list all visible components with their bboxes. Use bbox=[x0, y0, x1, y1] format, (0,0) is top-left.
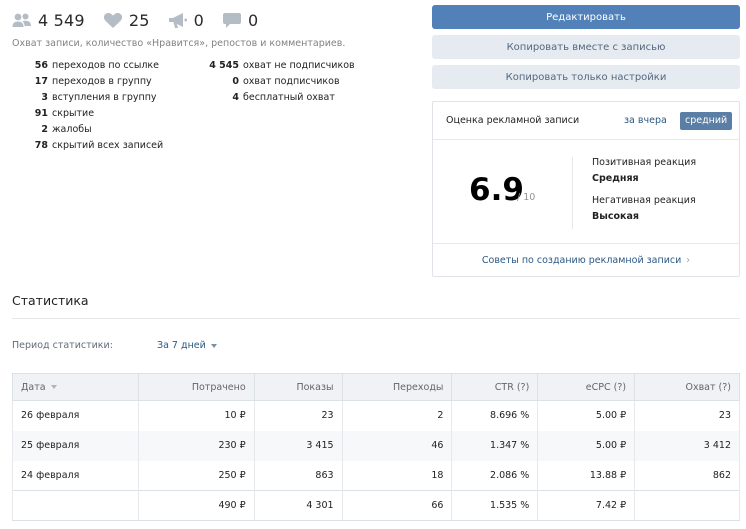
reposts-counter[interactable]: 0 bbox=[168, 11, 204, 30]
cell-ecpc: 5.00 ₽ bbox=[537, 430, 636, 461]
comments-counter[interactable]: 0 bbox=[222, 11, 258, 30]
total-date bbox=[12, 490, 139, 521]
period-label: Период статистики: bbox=[12, 340, 113, 351]
comments-count: 0 bbox=[247, 10, 259, 30]
metric-hides: 91 скрытие bbox=[34, 108, 95, 119]
period-value: За 7 дней bbox=[157, 340, 206, 351]
counters-description: Охват записи, количество «Нравится», реп… bbox=[12, 38, 346, 49]
cell-ecpc: 5.00 ₽ bbox=[537, 400, 636, 431]
period-dropdown[interactable]: За 7 дней bbox=[157, 340, 217, 351]
heart-icon bbox=[103, 12, 122, 28]
cell-impressions: 3 415 bbox=[253, 430, 343, 461]
metric-non-subscriber-reach: 4 545 охват не подписчиков bbox=[209, 60, 355, 71]
ad-rating-title: Оценка рекламной записи bbox=[446, 115, 580, 126]
edit-button[interactable]: Редактировать bbox=[432, 5, 740, 29]
section-divider bbox=[12, 318, 740, 319]
metric-hide-all: 78 скрытий всех записей bbox=[34, 140, 164, 151]
column-impressions[interactable]: Показы bbox=[253, 373, 343, 401]
cell-clicks: 46 bbox=[341, 430, 453, 461]
positive-reaction-label: Позитивная реакция bbox=[592, 157, 697, 168]
cell-date: 26 февраля bbox=[12, 400, 139, 431]
reach-count: 4 549 bbox=[38, 10, 85, 30]
column-reach[interactable]: Охват (?) bbox=[634, 373, 740, 401]
likes-counter[interactable]: 25 bbox=[103, 11, 150, 30]
cell-clicks: 2 bbox=[341, 400, 453, 431]
cell-ctr: 1.347 % bbox=[451, 430, 539, 461]
cell-date: 24 февраля bbox=[12, 460, 139, 491]
table-header: Дата Потрачено Показы Переходы CTR (?) e… bbox=[12, 373, 740, 401]
metric-group-clicks: 17 переходов в группу bbox=[34, 76, 152, 87]
rating-score-max: / 10 bbox=[517, 192, 536, 203]
column-ctr[interactable]: CTR (?) bbox=[451, 373, 539, 401]
total-clicks: 66 bbox=[341, 490, 453, 521]
post-counters: 4 549 25 0 0 bbox=[12, 9, 276, 31]
metric-complaints: 2 жалобы bbox=[41, 124, 92, 135]
total-impressions: 4 301 bbox=[253, 490, 343, 521]
ad-tips-link[interactable]: Советы по созданию рекламной записи › bbox=[433, 243, 739, 277]
cell-ctr: 8.696 % bbox=[451, 400, 539, 431]
ad-rating-card: Оценка рекламной записи за вчера средний… bbox=[432, 101, 740, 277]
users-icon bbox=[12, 13, 31, 27]
megaphone-icon bbox=[168, 12, 187, 28]
copy-with-post-button[interactable]: Копировать вместе с записью bbox=[432, 35, 740, 59]
cell-spent: 250 ₽ bbox=[137, 460, 255, 491]
reach-counter[interactable]: 4 549 bbox=[12, 11, 85, 30]
cell-spent: 230 ₽ bbox=[137, 430, 255, 461]
likes-count: 25 bbox=[128, 10, 150, 30]
cell-reach: 23 bbox=[634, 400, 740, 431]
negative-reaction-label: Негативная реакция bbox=[592, 195, 696, 206]
table-row: 24 февраля 250 ₽ 863 18 2.086 % 13.88 ₽ … bbox=[12, 460, 740, 491]
metric-subscriber-reach: 0 охват подписчиков bbox=[232, 76, 340, 87]
cell-reach: 3 412 bbox=[634, 430, 740, 461]
comment-icon bbox=[222, 12, 241, 28]
sort-icon bbox=[50, 385, 57, 389]
column-spent[interactable]: Потрачено bbox=[137, 373, 255, 401]
total-ecpc: 7.42 ₽ bbox=[537, 490, 636, 521]
cell-ecpc: 13.88 ₽ bbox=[537, 460, 636, 491]
cell-impressions: 863 bbox=[253, 460, 343, 491]
table-total-row: 490 ₽ 4 301 66 1.535 % 7.42 ₽ bbox=[12, 490, 740, 521]
cell-ctr: 2.086 % bbox=[451, 460, 539, 491]
cell-clicks: 18 bbox=[341, 460, 453, 491]
copy-settings-button[interactable]: Копировать только настройки bbox=[432, 65, 740, 89]
tab-average[interactable]: средний bbox=[680, 112, 733, 130]
column-date[interactable]: Дата bbox=[12, 373, 139, 401]
cell-impressions: 23 bbox=[253, 400, 343, 431]
cell-reach: 862 bbox=[634, 460, 740, 491]
negative-reaction-value: Высокая bbox=[592, 211, 639, 222]
cell-date: 25 февраля bbox=[12, 430, 139, 461]
total-spent: 490 ₽ bbox=[137, 490, 255, 521]
metric-link-clicks: 56 переходов по ссылке bbox=[34, 60, 160, 71]
cell-spent: 10 ₽ bbox=[137, 400, 255, 431]
reposts-count: 0 bbox=[193, 10, 204, 30]
rating-divider bbox=[572, 157, 573, 229]
metric-group-joins: 3 вступления в группу bbox=[41, 92, 157, 103]
table-row: 25 февраля 230 ₽ 3 415 46 1.347 % 5.00 ₽… bbox=[12, 430, 740, 461]
chevron-down-icon bbox=[210, 343, 217, 348]
statistics-table: Дата Потрачено Показы Переходы CTR (?) e… bbox=[12, 373, 740, 521]
statistics-title: Статистика bbox=[12, 293, 89, 308]
chevron-right-icon: › bbox=[686, 255, 691, 266]
tab-yesterday[interactable]: за вчера bbox=[624, 115, 667, 126]
ad-rating-header: Оценка рекламной записи за вчера средний bbox=[433, 102, 739, 140]
positive-reaction-value: Средняя bbox=[592, 173, 639, 184]
table-row: 26 февраля 10 ₽ 23 2 8.696 % 5.00 ₽ 23 bbox=[12, 400, 740, 431]
rating-score: 6.9 bbox=[469, 172, 524, 208]
column-ecpc[interactable]: eCPC (?) bbox=[537, 373, 636, 401]
column-clicks[interactable]: Переходы bbox=[341, 373, 453, 401]
total-reach bbox=[634, 490, 740, 521]
ad-tips-label: Советы по созданию рекламной записи bbox=[481, 255, 682, 266]
total-ctr: 1.535 % bbox=[451, 490, 539, 521]
metric-free-reach: 4 бесплатный охват bbox=[232, 92, 335, 103]
